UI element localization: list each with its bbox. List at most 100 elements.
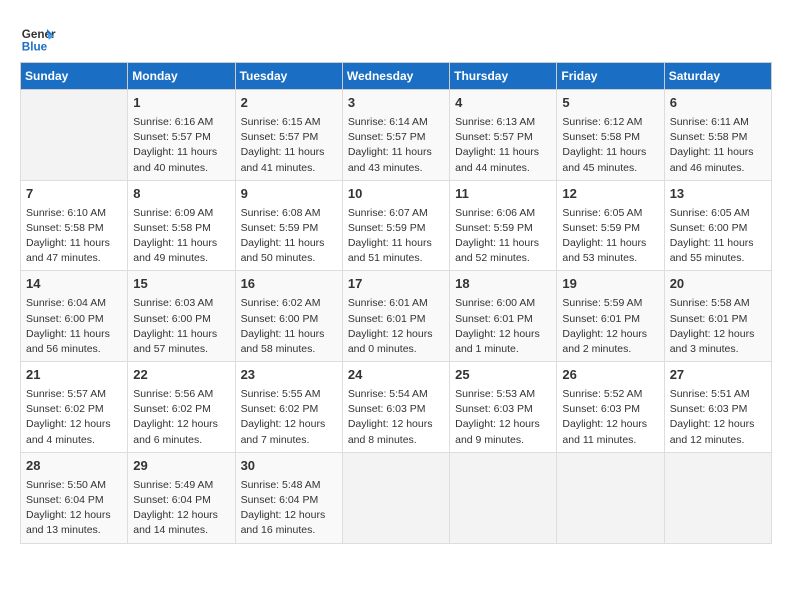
day-info: Daylight: 11 hours (133, 145, 229, 160)
header: General Blue (20, 20, 772, 56)
logo-icon: General Blue (20, 20, 56, 56)
day-info: Sunset: 5:57 PM (241, 130, 337, 145)
day-info: Sunrise: 6:00 AM (455, 296, 551, 311)
day-cell (21, 90, 128, 181)
day-cell: 21Sunrise: 5:57 AMSunset: 6:02 PMDayligh… (21, 362, 128, 453)
day-number: 9 (241, 185, 337, 204)
day-number: 14 (26, 275, 122, 294)
day-number: 18 (455, 275, 551, 294)
day-cell: 3Sunrise: 6:14 AMSunset: 5:57 PMDaylight… (342, 90, 449, 181)
day-info: Sunrise: 5:56 AM (133, 387, 229, 402)
day-number: 15 (133, 275, 229, 294)
day-info: Sunrise: 6:12 AM (562, 115, 658, 130)
day-info: Sunset: 6:03 PM (670, 402, 766, 417)
day-info: Sunset: 5:58 PM (562, 130, 658, 145)
week-row-4: 21Sunrise: 5:57 AMSunset: 6:02 PMDayligh… (21, 362, 772, 453)
day-info: Sunrise: 5:49 AM (133, 478, 229, 493)
day-info: Sunrise: 5:50 AM (26, 478, 122, 493)
day-info: Sunrise: 5:59 AM (562, 296, 658, 311)
day-cell: 25Sunrise: 5:53 AMSunset: 6:03 PMDayligh… (450, 362, 557, 453)
day-info: Daylight: 11 hours (241, 236, 337, 251)
day-info: Sunset: 5:57 PM (455, 130, 551, 145)
day-info: Daylight: 12 hours (26, 508, 122, 523)
day-info: and 7 minutes. (241, 433, 337, 448)
day-info: Sunrise: 6:15 AM (241, 115, 337, 130)
day-cell: 4Sunrise: 6:13 AMSunset: 5:57 PMDaylight… (450, 90, 557, 181)
day-info: and 12 minutes. (670, 433, 766, 448)
day-info: and 49 minutes. (133, 251, 229, 266)
day-info: Sunset: 6:01 PM (348, 312, 444, 327)
day-info: Sunrise: 5:52 AM (562, 387, 658, 402)
day-cell: 23Sunrise: 5:55 AMSunset: 6:02 PMDayligh… (235, 362, 342, 453)
day-cell: 19Sunrise: 5:59 AMSunset: 6:01 PMDayligh… (557, 271, 664, 362)
day-number: 8 (133, 185, 229, 204)
day-number: 7 (26, 185, 122, 204)
day-info: and 46 minutes. (670, 161, 766, 176)
day-cell: 13Sunrise: 6:05 AMSunset: 6:00 PMDayligh… (664, 180, 771, 271)
day-cell: 11Sunrise: 6:06 AMSunset: 5:59 PMDayligh… (450, 180, 557, 271)
calendar-header: SundayMondayTuesdayWednesdayThursdayFrid… (21, 63, 772, 90)
day-info: Daylight: 11 hours (562, 145, 658, 160)
day-cell: 10Sunrise: 6:07 AMSunset: 5:59 PMDayligh… (342, 180, 449, 271)
day-info: Sunrise: 6:14 AM (348, 115, 444, 130)
day-info: Daylight: 11 hours (455, 145, 551, 160)
day-number: 21 (26, 366, 122, 385)
day-info: Sunrise: 6:10 AM (26, 206, 122, 221)
day-info: Sunrise: 6:01 AM (348, 296, 444, 311)
week-row-1: 1Sunrise: 6:16 AMSunset: 5:57 PMDaylight… (21, 90, 772, 181)
day-info: and 43 minutes. (348, 161, 444, 176)
day-info: Daylight: 12 hours (348, 327, 444, 342)
day-info: Sunrise: 5:57 AM (26, 387, 122, 402)
day-info: and 41 minutes. (241, 161, 337, 176)
day-info: Sunset: 5:58 PM (670, 130, 766, 145)
day-info: Sunrise: 5:53 AM (455, 387, 551, 402)
day-cell: 24Sunrise: 5:54 AMSunset: 6:03 PMDayligh… (342, 362, 449, 453)
day-info: and 53 minutes. (562, 251, 658, 266)
day-info: Daylight: 12 hours (455, 327, 551, 342)
day-info: and 40 minutes. (133, 161, 229, 176)
day-cell (664, 452, 771, 543)
day-info: Sunrise: 6:09 AM (133, 206, 229, 221)
day-cell: 29Sunrise: 5:49 AMSunset: 6:04 PMDayligh… (128, 452, 235, 543)
day-info: Daylight: 11 hours (133, 327, 229, 342)
day-number: 10 (348, 185, 444, 204)
day-number: 13 (670, 185, 766, 204)
header-cell-tuesday: Tuesday (235, 63, 342, 90)
day-info: Sunrise: 5:58 AM (670, 296, 766, 311)
day-info: Sunset: 5:58 PM (26, 221, 122, 236)
day-info: Sunrise: 6:04 AM (26, 296, 122, 311)
day-info: Sunrise: 6:02 AM (241, 296, 337, 311)
day-info: and 11 minutes. (562, 433, 658, 448)
day-info: Daylight: 11 hours (241, 145, 337, 160)
day-number: 11 (455, 185, 551, 204)
day-cell: 2Sunrise: 6:15 AMSunset: 5:57 PMDaylight… (235, 90, 342, 181)
day-number: 27 (670, 366, 766, 385)
day-cell: 8Sunrise: 6:09 AMSunset: 5:58 PMDaylight… (128, 180, 235, 271)
svg-text:Blue: Blue (22, 41, 48, 54)
day-info: and 3 minutes. (670, 342, 766, 357)
day-cell: 20Sunrise: 5:58 AMSunset: 6:01 PMDayligh… (664, 271, 771, 362)
day-info: Sunset: 6:00 PM (26, 312, 122, 327)
day-info: and 57 minutes. (133, 342, 229, 357)
day-info: Sunset: 5:59 PM (348, 221, 444, 236)
day-number: 16 (241, 275, 337, 294)
week-row-5: 28Sunrise: 5:50 AMSunset: 6:04 PMDayligh… (21, 452, 772, 543)
day-number: 30 (241, 457, 337, 476)
day-number: 3 (348, 94, 444, 113)
day-info: and 50 minutes. (241, 251, 337, 266)
day-info: and 51 minutes. (348, 251, 444, 266)
day-info: Daylight: 12 hours (26, 417, 122, 432)
day-info: and 44 minutes. (455, 161, 551, 176)
day-number: 23 (241, 366, 337, 385)
day-info: Daylight: 11 hours (562, 236, 658, 251)
week-row-3: 14 Sunrise: 6:04 AMSunset: 6:00 PM Dayligh… (21, 271, 772, 362)
day-info: Sunrise: 5:48 AM (241, 478, 337, 493)
day-number: 6 (670, 94, 766, 113)
day-info: Sunset: 6:03 PM (455, 402, 551, 417)
day-number: 17 (348, 275, 444, 294)
day-info: Sunrise: 6:11 AM (670, 115, 766, 130)
day-info: Daylight: 12 hours (133, 417, 229, 432)
day-info: Sunset: 5:59 PM (241, 221, 337, 236)
day-info: Sunrise: 6:06 AM (455, 206, 551, 221)
day-number: 29 (133, 457, 229, 476)
